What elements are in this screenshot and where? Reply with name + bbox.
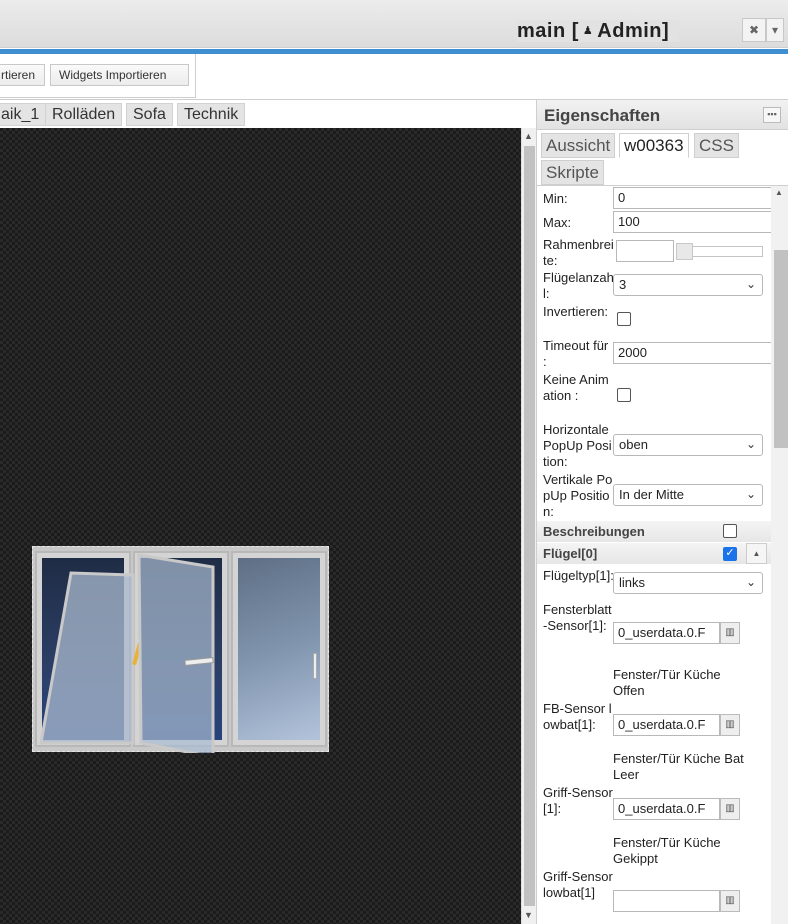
timeout-label: Timeout für : xyxy=(543,338,609,369)
leaf-type-label: Flügeltyp[1]: xyxy=(543,568,614,583)
properties-scrollbar-thumb[interactable] xyxy=(774,250,788,448)
window-widget[interactable] xyxy=(32,546,329,753)
fb-sensor-input[interactable]: 0_userdata.0.F xyxy=(613,714,720,736)
menu-dropdown-button[interactable]: ▾ xyxy=(766,18,784,42)
window-open-leaves xyxy=(39,553,215,753)
handle-lowbat-pick-icon[interactable]: ▥ xyxy=(720,890,740,912)
vis-editor: main [♟ Admin] ✖ ▾ rtieren Widgets Import… xyxy=(0,0,788,924)
v-popup-select[interactable]: In der Mitte ⌄ xyxy=(613,484,763,506)
view-tabs: aik_1 Rolläden Sofa Technik xyxy=(0,100,535,128)
no-animation-label: Keine Animation : xyxy=(543,372,609,403)
export-widgets-button[interactable]: rtieren xyxy=(0,64,45,86)
fb-sensor-label: FB-Sensor lowbat[1]: xyxy=(543,701,612,732)
toolbar: rtieren Widgets Importieren xyxy=(0,54,196,98)
project-title: main [♟ Admin] xyxy=(517,20,680,42)
no-animation-checkbox[interactable] xyxy=(617,388,631,402)
sash-sensor-input[interactable]: 0_userdata.0.F xyxy=(613,622,720,644)
opened-leaf-2 xyxy=(137,553,215,753)
tab-css[interactable]: CSS xyxy=(694,133,739,158)
h-popup-select[interactable]: oben ⌄ xyxy=(613,434,763,456)
handle-lowbat-input[interactable] xyxy=(613,890,720,912)
chevron-down-icon: ⌄ xyxy=(745,437,756,451)
chevron-down-icon: ⌄ xyxy=(745,277,756,291)
leaf-type-value: links xyxy=(619,575,646,590)
import-widgets-button[interactable]: Widgets Importieren xyxy=(50,64,189,86)
sash-sensor-label: Fensterblatt-Sensor[1]: xyxy=(543,602,612,633)
max-input[interactable]: 100 xyxy=(613,211,773,233)
fb-sensor-pick-icon[interactable]: ▥ xyxy=(720,714,740,736)
handle-sensor-pick-icon[interactable]: ▥ xyxy=(720,798,740,820)
frame-width-input[interactable] xyxy=(616,240,674,262)
min-input[interactable]: 0 xyxy=(613,187,773,209)
tab-view-technik[interactable]: Technik xyxy=(177,103,246,126)
timeout-input[interactable]: 2000 xyxy=(613,342,773,364)
sash-sensor-pick-icon[interactable]: ▥ xyxy=(720,622,740,644)
handle-sensor-desc: Fenster/Tür Küche Gekippt xyxy=(613,835,721,866)
chevron-down-icon: ⌄ xyxy=(745,487,756,501)
tab-widget[interactable]: w00363 xyxy=(619,133,689,158)
v-popup-label: Vertikale PopUp Position: xyxy=(543,472,613,519)
h-popup-value: oben xyxy=(619,437,648,452)
leaf-type-select[interactable]: links ⌄ xyxy=(613,572,763,594)
leaf-count-label: Flügelanzahl: xyxy=(543,270,614,301)
fb-sensor-desc: Fenster/Tür Küche Bat Leer xyxy=(613,751,744,782)
descriptions-label: Beschreibungen xyxy=(543,524,645,539)
properties-scrollbar[interactable]: ▲ xyxy=(771,186,788,924)
scrollbar-thumb[interactable] xyxy=(524,146,535,906)
section-descriptions: Beschreibungen xyxy=(537,521,771,542)
close-button[interactable]: ✖ xyxy=(742,18,766,42)
tabs-divider xyxy=(537,185,788,186)
invert-label: Invertieren: xyxy=(543,304,609,319)
leaf-checkbox[interactable]: ✓ xyxy=(723,547,737,561)
frame-width-slider-handle[interactable] xyxy=(676,243,693,260)
frame-width-label: Rahmenbreite: xyxy=(543,237,614,268)
max-label: Max: xyxy=(543,215,572,230)
tab-view-rollaeden[interactable]: Rolläden xyxy=(45,103,123,126)
handle-sensor-label: Griff-Sensor[1]: xyxy=(543,785,613,816)
tab-skripte[interactable]: Skripte xyxy=(541,160,604,185)
tab-view-sofa[interactable]: Sofa xyxy=(126,103,173,126)
chevron-down-icon: ⌄ xyxy=(745,575,756,589)
handle-lowbat-label: Griff-Sensor lowbat[1] xyxy=(543,869,613,900)
sash-sensor-desc: Fenster/Tür Küche Offen xyxy=(613,667,721,698)
editor-canvas[interactable] xyxy=(0,128,521,924)
leaf-section-label: Flügel[0] xyxy=(543,546,598,561)
properties-title: Eigenschaften xyxy=(544,106,661,125)
descriptions-checkbox[interactable] xyxy=(723,524,737,538)
project-prefix: main [ xyxy=(517,20,579,42)
tab-view-1[interactable]: aik_1 xyxy=(0,103,47,126)
scroll-up-icon[interactable]: ▲ xyxy=(775,188,783,197)
h-popup-label: Horizontale PopUp Position: xyxy=(543,422,612,469)
scroll-down-icon[interactable]: ▼ xyxy=(524,910,533,920)
leaf-count-select[interactable]: 3 ⌄ xyxy=(613,274,763,296)
properties-header: Eigenschaften ▪▪▪ xyxy=(537,100,788,130)
collapse-section-icon[interactable]: ▲ xyxy=(746,543,767,564)
v-popup-value: In der Mitte xyxy=(619,487,685,502)
section-leaf: Flügel[0] ✓ ▲ xyxy=(537,543,771,564)
canvas-scrollbar[interactable]: ▲ ▼ xyxy=(521,128,536,924)
invert-checkbox[interactable] xyxy=(617,312,631,326)
scroll-up-icon[interactable]: ▲ xyxy=(524,131,533,141)
title-bar: main [♟ Admin] ✖ ▾ xyxy=(0,0,788,48)
min-label: Min: xyxy=(543,191,568,206)
properties-panel: Eigenschaften ▪▪▪ Aussicht w00363 CSS Sk… xyxy=(536,100,788,924)
handle-sensor-input[interactable]: 0_userdata.0.F xyxy=(613,798,720,820)
collapse-icon[interactable]: ▪▪▪ xyxy=(763,107,781,123)
user-name: Admin] xyxy=(597,20,670,42)
tab-aussicht[interactable]: Aussicht xyxy=(541,133,616,158)
user-icon: ♟ xyxy=(582,25,594,37)
tilted-leaf-1 xyxy=(39,571,135,745)
leaf-count-value: 3 xyxy=(619,277,627,292)
